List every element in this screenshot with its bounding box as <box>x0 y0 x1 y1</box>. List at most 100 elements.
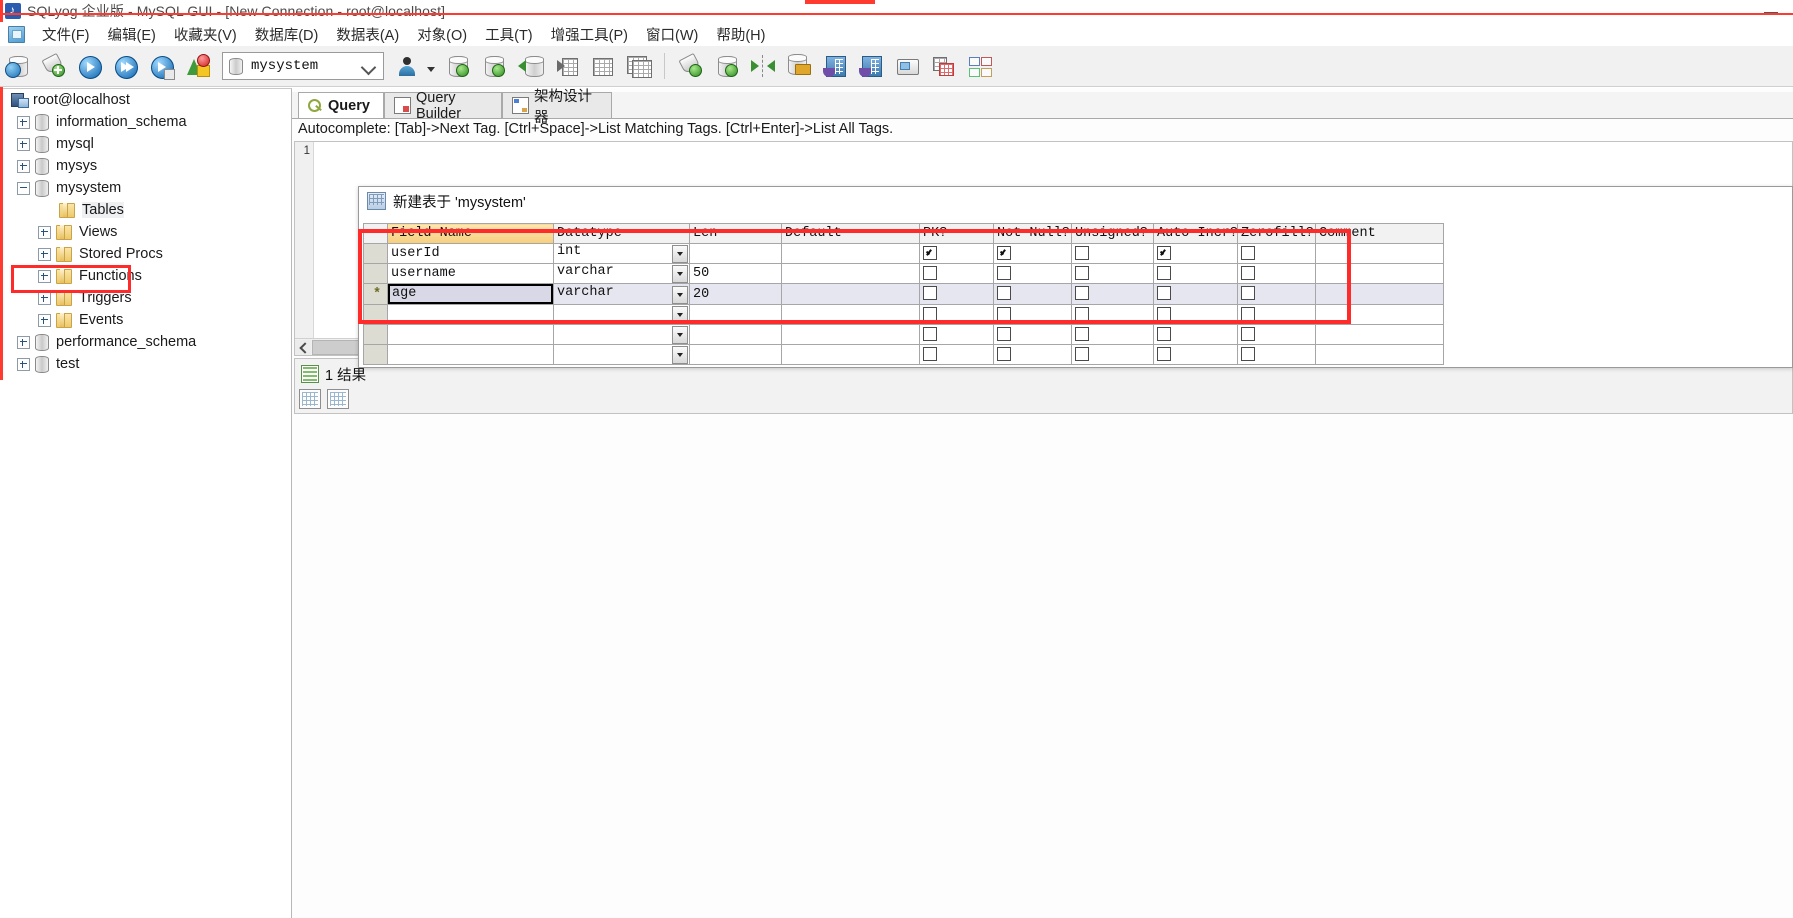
checkbox-unsigned[interactable] <box>1075 245 1089 260</box>
column-header-pk[interactable]: PK? <box>919 223 994 244</box>
checkbox-auto-incr[interactable] <box>1157 265 1171 280</box>
menu-table[interactable]: 数据表(A) <box>327 22 408 47</box>
cell-datatype[interactable]: varchar <box>553 283 690 305</box>
checkbox-zerofill[interactable] <box>1241 346 1255 361</box>
tree-item-performance_schema[interactable]: performance_schema <box>3 331 291 353</box>
schema-designer-toolbar-icon[interactable] <box>966 53 992 79</box>
menu-database[interactable]: 数据库(D) <box>246 22 328 47</box>
checkbox-pk[interactable] <box>923 346 937 361</box>
tree-item-views[interactable]: Views <box>3 221 291 243</box>
cell-comment[interactable] <box>1315 304 1444 325</box>
table-row[interactable] <box>363 344 1444 365</box>
row-marker[interactable] <box>363 304 388 325</box>
cell-auto-incr[interactable] <box>1153 304 1238 325</box>
menu-help[interactable]: 帮助(H) <box>707 22 774 47</box>
tree-item-events[interactable]: Events <box>3 309 291 331</box>
cell-auto-incr[interactable] <box>1153 243 1238 264</box>
cell-not-null[interactable] <box>993 304 1072 325</box>
checkbox-not-null[interactable] <box>997 265 1011 280</box>
results-tab[interactable]: 1 结果 <box>301 362 366 386</box>
collapse-icon[interactable] <box>17 181 30 195</box>
cell-pk[interactable] <box>919 324 994 345</box>
cell-default[interactable] <box>781 324 920 345</box>
checkbox-pk[interactable] <box>923 306 937 321</box>
cell-unsigned[interactable] <box>1071 324 1154 345</box>
checkbox-not-null[interactable] <box>997 286 1011 301</box>
import-database-icon[interactable] <box>445 53 471 79</box>
menu-object[interactable]: 对象(O) <box>408 22 476 47</box>
cell-default[interactable] <box>781 263 920 284</box>
cell-datatype[interactable]: varchar <box>553 263 690 284</box>
tree-item-functions[interactable]: Functions <box>3 265 291 287</box>
cell-field-name[interactable]: age <box>387 283 554 305</box>
export-database-icon[interactable] <box>481 53 507 79</box>
checkbox-auto-incr[interactable] <box>1157 245 1171 260</box>
column-header-comment[interactable]: Comment <box>1315 223 1444 244</box>
row-marker[interactable] <box>363 324 388 345</box>
checkbox-auto-incr[interactable] <box>1157 326 1171 341</box>
checkbox-unsigned[interactable] <box>1075 265 1089 280</box>
cell-default[interactable] <box>781 243 920 264</box>
row-marker[interactable] <box>363 344 388 365</box>
checkbox-pk[interactable] <box>923 245 937 260</box>
cell-pk[interactable] <box>919 283 994 305</box>
cell-zerofill[interactable] <box>1237 263 1316 284</box>
tree-item-tables[interactable]: Tables <box>3 199 291 221</box>
cell-default[interactable] <box>781 304 920 325</box>
user-manager-icon[interactable] <box>394 53 436 79</box>
expand-icon[interactable] <box>17 335 30 349</box>
execute-query-stop-icon[interactable] <box>149 53 175 80</box>
row-marker[interactable]: * <box>363 283 388 305</box>
cell-zerofill[interactable] <box>1237 243 1316 264</box>
table-row[interactable]: userId int <box>363 243 1444 264</box>
table-row[interactable]: * age varchar 20 <box>363 283 1444 305</box>
checkbox-not-null[interactable] <box>997 346 1011 361</box>
menu-favorites[interactable]: 收藏夹(V) <box>165 22 246 47</box>
cell-comment[interactable] <box>1315 263 1444 284</box>
checkbox-pk[interactable] <box>923 326 937 341</box>
cell-default[interactable] <box>781 344 920 365</box>
checkbox-not-null[interactable] <box>997 306 1011 321</box>
chevron-down-icon[interactable] <box>672 306 688 324</box>
expand-icon[interactable] <box>17 137 30 151</box>
checkbox-not-null[interactable] <box>997 326 1011 341</box>
checkbox-auto-incr[interactable] <box>1157 306 1171 321</box>
checkbox-zerofill[interactable] <box>1241 306 1255 321</box>
backup-database-icon[interactable] <box>786 53 812 79</box>
checkbox-pk[interactable] <box>923 265 937 280</box>
restore-backup-icon[interactable] <box>517 53 544 79</box>
table-row[interactable]: username varchar 50 <box>363 263 1444 284</box>
scroll-left-button[interactable] <box>295 339 311 355</box>
chevron-down-icon[interactable] <box>672 346 688 364</box>
cell-auto-incr[interactable] <box>1153 263 1238 284</box>
cell-pk[interactable] <box>919 304 994 325</box>
column-header-zerofill[interactable]: Zerofill? <box>1237 223 1316 244</box>
schema-sync-icon[interactable] <box>822 53 848 79</box>
cell-datatype[interactable] <box>553 344 690 365</box>
minimize-button[interactable] <box>1761 4 1783 18</box>
refresh-objects-icon[interactable] <box>185 53 211 79</box>
expand-icon[interactable] <box>38 269 51 283</box>
tree-item-test[interactable]: test <box>3 353 291 375</box>
tree-item-mysystem[interactable]: mysystem <box>3 177 291 199</box>
refresh-database-icon[interactable] <box>714 53 740 79</box>
menu-edit[interactable]: 编辑(E) <box>99 22 165 47</box>
system-menu-icon[interactable] <box>8 25 25 43</box>
tree-item-mysys[interactable]: mysys <box>3 155 291 177</box>
cell-pk[interactable] <box>919 263 994 284</box>
checkbox-unsigned[interactable] <box>1075 346 1089 361</box>
cell-not-null[interactable] <box>993 324 1072 345</box>
table-row[interactable] <box>363 324 1444 345</box>
table-info-icon[interactable] <box>589 53 615 79</box>
cell-unsigned[interactable] <box>1071 263 1154 284</box>
cell-comment[interactable] <box>1315 283 1444 305</box>
chevron-down-icon[interactable] <box>672 285 688 304</box>
cell-zerofill[interactable] <box>1237 324 1316 345</box>
chevron-down-icon[interactable] <box>672 326 688 344</box>
cell-not-null[interactable] <box>993 243 1072 264</box>
checkbox-auto-incr[interactable] <box>1157 346 1171 361</box>
checkbox-unsigned[interactable] <box>1075 286 1089 301</box>
cell-len[interactable]: 50 <box>689 263 782 284</box>
cell-field-name[interactable]: username <box>387 263 554 284</box>
column-header-field-name[interactable]: Field Name <box>387 223 554 244</box>
